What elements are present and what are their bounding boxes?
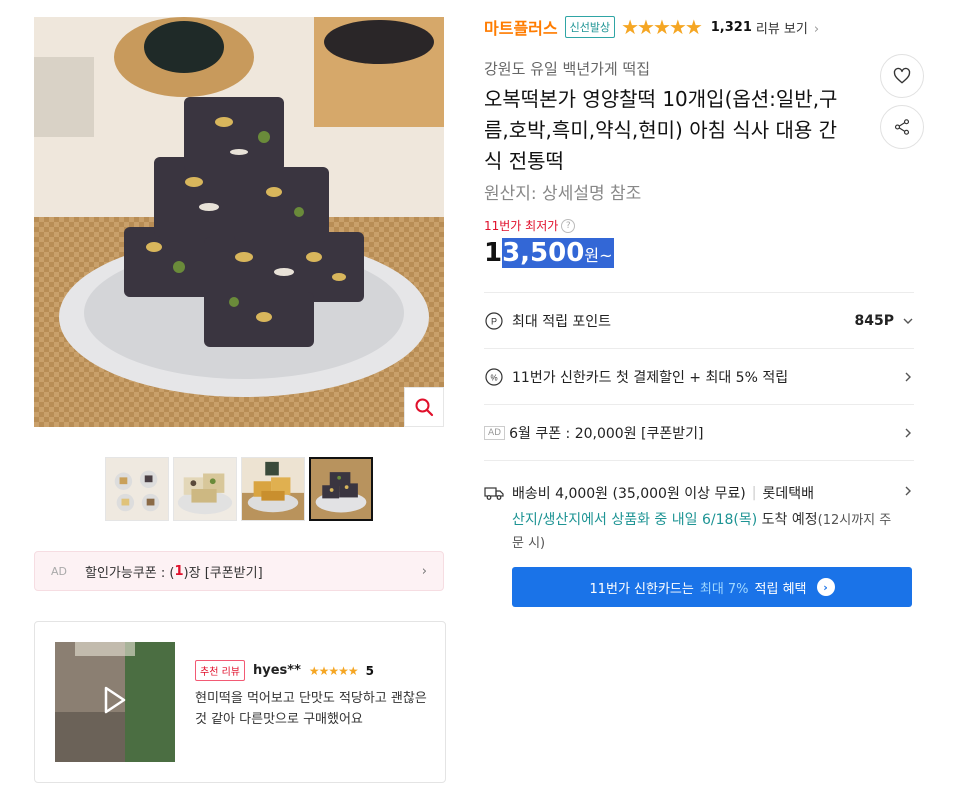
price: 1 3,500 원~ [484, 238, 615, 272]
help-icon[interactable]: ? [561, 218, 576, 233]
seller-row: 마트플러스 신선발상 ★★★★★ 1,321 리뷰 보기 › [484, 15, 819, 39]
coupon-count: 1 [174, 563, 184, 579]
wishlist-button[interactable] [880, 54, 924, 98]
truck-icon [484, 483, 504, 503]
svg-text:P: P [491, 316, 497, 326]
arrival-date: 산지/생산지에서 상품화 중 내일 6/18(목) [512, 512, 758, 528]
max-points-row[interactable]: P 최대 적립 포인트 845P [484, 292, 914, 348]
review-view-link[interactable]: 리뷰 보기 › [756, 18, 819, 37]
shipping-carrier: 롯데택배 [762, 486, 814, 502]
main-product-image[interactable] [34, 17, 444, 427]
lowest-price-text: 11번가 최저가 [484, 219, 559, 233]
thumbnail-4[interactable] [309, 457, 373, 521]
june-coupon-label: 6월 쿠폰 : 20,000원 [쿠폰받기] [509, 425, 704, 442]
arrow-circle-icon: › [816, 578, 835, 596]
share-icon [894, 119, 910, 135]
shipping-info[interactable]: 배송비 4,000원 (35,000원 이상 무료) | 롯데택배 산지/생산지… [484, 460, 914, 570]
discount-coupon-bar[interactable]: AD 할인가능쿠폰 : (1)장 [쿠폰받기] › [34, 551, 444, 591]
product-subtitle: 강원도 유일 백년가게 떡집 [484, 60, 651, 78]
chevron-right-icon: › [813, 21, 820, 37]
arrival-text: 도착 예정 [757, 512, 818, 528]
product-photo [34, 17, 444, 427]
ad-label: AD [51, 564, 67, 578]
coupon-label-suffix: )장 [쿠폰받기] [183, 565, 263, 581]
ad-label: AD [484, 425, 506, 440]
price-highlighted-selection: 3,500 원~ [502, 238, 615, 268]
point-icon: P [484, 311, 504, 331]
review-star-rating: ★★★★★ [308, 663, 359, 678]
chevron-right-icon [905, 372, 911, 381]
review-count: 1,321 [710, 19, 752, 35]
arrival-estimate: 산지/생산지에서 상품화 중 내일 6/18(목) 도착 예정(12시까지 주문… [512, 509, 892, 555]
thumbnail-2[interactable] [173, 457, 237, 521]
thumbnail-image [106, 458, 168, 520]
share-button[interactable] [880, 105, 924, 149]
thumbnail-1[interactable] [105, 457, 169, 521]
play-icon [104, 686, 126, 714]
benefit-rows: P 최대 적립 포인트 845P % 11번가 신한카드 첫 결제할인 + 최대… [484, 292, 914, 570]
banner-text-suffix: 적립 혜택 [754, 581, 807, 597]
price-unit: 원~ [584, 246, 613, 265]
lowest-price-label: 11번가 최저가 ? [484, 217, 576, 234]
chevron-right-icon: › [421, 563, 427, 579]
percent-icon: % [484, 367, 504, 387]
heart-icon [893, 67, 911, 84]
magnifier-icon [415, 398, 434, 417]
banner-text-prefix: 11번가 신한카드는 [589, 581, 694, 597]
thumbnail-strip [105, 457, 373, 521]
review-video-thumbnail[interactable] [55, 642, 175, 762]
fresh-shipping-badge: 신선발상 [564, 16, 616, 38]
price-first-digit: 1 [484, 238, 503, 268]
svg-text:%: % [490, 373, 497, 382]
card-discount-label: 11번가 신한카드 첫 결제할인 + 최대 5% 적립 [512, 369, 789, 386]
card-discount-row[interactable]: % 11번가 신한카드 첫 결제할인 + 최대 5% 적립 [484, 348, 914, 404]
price-digits: 3,500 [502, 238, 585, 268]
thumbnail-3[interactable] [241, 457, 305, 521]
chevron-down-icon [903, 318, 913, 324]
divider: | [751, 485, 757, 501]
store-name-link[interactable]: 마트플러스 [484, 15, 558, 39]
max-points-label: 최대 적립 포인트 [512, 313, 612, 330]
shinhan-card-benefit-banner[interactable]: 11번가 신한카드는 최대 7% 적립 혜택 › [512, 567, 912, 607]
june-coupon-row[interactable]: AD 6월 쿠폰 : 20,000원 [쿠폰받기] [484, 404, 914, 460]
review-score: 5 [365, 663, 375, 678]
review-header: 추천 리뷰 hyes** ★★★★★ 5 [195, 660, 374, 681]
max-points-value: 845P [854, 312, 894, 329]
thumbnail-image [311, 459, 371, 519]
coupon-label-prefix: 할인가능쿠폰 : ( [85, 565, 175, 581]
recommended-review-badge: 추천 리뷰 [195, 660, 245, 681]
review-view-label: 리뷰 보기 [755, 21, 808, 37]
chevron-right-icon [905, 428, 911, 437]
rating-stars: ★★★★★ [621, 15, 703, 39]
recommended-review-card[interactable]: 추천 리뷰 hyes** ★★★★★ 5 현미떡을 먹어보고 단맛도 적당하고 … [34, 621, 446, 783]
product-title: 오복떡본가 영양찰떡 10개입(옵션:일반,구름,호박,흑미,약식,현미) 아침… [484, 87, 838, 173]
banner-emphasis: 최대 7% [699, 581, 749, 597]
product-origin: 원산지: 상세설명 참조 [484, 184, 642, 204]
shipping-fee: 배송비 4,000원 (35,000원 이상 무료) [512, 486, 746, 502]
chevron-right-icon [905, 486, 911, 496]
thumbnail-image [174, 458, 236, 520]
thumbnail-image [242, 458, 304, 520]
review-text: 현미떡을 먹어보고 단맛도 적당하고 괜찮은것 같아 다른맛으로 구매했어요 [195, 691, 427, 727]
zoom-button[interactable] [404, 387, 444, 427]
review-username: hyes** [252, 663, 301, 678]
